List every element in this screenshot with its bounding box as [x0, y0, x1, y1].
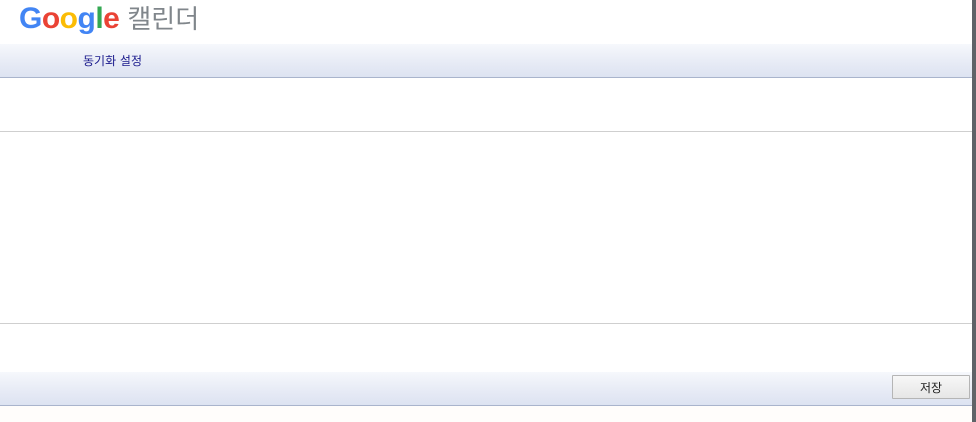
footer-bar: 저장: [0, 372, 972, 406]
section-divider: [0, 323, 972, 324]
tab-bar: 동기화 설정: [0, 44, 972, 78]
logo-letter: g: [77, 2, 96, 35]
section-divider: [0, 131, 972, 132]
google-calendar-logo: Google 캘린더: [19, 1, 199, 37]
logo-letter: l: [95, 2, 104, 35]
logo-letter: e: [103, 2, 120, 35]
app-header: Google 캘린더: [0, 0, 972, 44]
logo-letter: o: [59, 2, 78, 35]
bottom-strip: [0, 406, 972, 422]
logo-letter: o: [41, 2, 60, 35]
google-wordmark: Google: [19, 1, 120, 37]
save-button[interactable]: 저장: [892, 375, 970, 399]
tab-sync-settings[interactable]: 동기화 설정: [83, 52, 142, 69]
window-edge: [972, 0, 976, 422]
product-name: 캘린더: [127, 5, 200, 35]
logo-letter: G: [19, 2, 42, 35]
